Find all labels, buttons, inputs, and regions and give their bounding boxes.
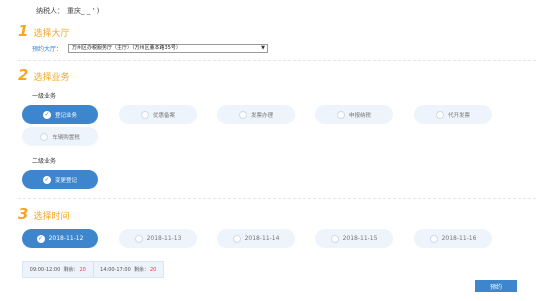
- date-option-2018-11-16[interactable]: 2018-11-16: [414, 229, 492, 248]
- radio-circle-icon: [238, 110, 247, 119]
- step-2-title: 选择业务: [33, 73, 70, 83]
- business-option-preferential[interactable]: 优惠备案: [119, 105, 197, 124]
- date-option-2018-11-15[interactable]: 2018-11-15: [315, 229, 393, 248]
- radio-circle-icon: [429, 234, 438, 243]
- radio-circle-icon: [336, 110, 345, 119]
- option-label: 代开发票: [447, 112, 470, 119]
- step-1-title: 选择大厅: [33, 29, 70, 39]
- hall-label: 预约大厅：: [32, 46, 63, 53]
- business-option-declaration[interactable]: 申报纳税: [315, 105, 393, 124]
- level2-label: 二级业务: [32, 158, 57, 165]
- date-label: 2018-11-13: [146, 235, 182, 242]
- time-slot-afternoon[interactable]: 14:00-17:00 剩余： 20: [92, 262, 164, 277]
- slot-remain-count: 20: [79, 266, 86, 273]
- check-icon: ✓: [42, 110, 51, 119]
- date-option-2018-11-13[interactable]: 2018-11-13: [119, 229, 197, 248]
- step-1-heading: 1 选择大厅: [18, 22, 70, 40]
- hall-select[interactable]: 万州区办税服务厅（主厅）（万州区董本路35号） ▼: [68, 44, 268, 53]
- step-1-number: 1: [18, 22, 29, 40]
- time-slot-morning[interactable]: 09:00-12:00 剩余： 20: [23, 262, 93, 277]
- slot-remain-label: 剩余：: [63, 267, 79, 273]
- date-label: 2018-11-12: [48, 235, 84, 242]
- option-label: 登记业务: [54, 112, 77, 119]
- hall-selected-value: 万州区办税服务厅（主厅）（万州区董本路35号）: [72, 45, 181, 51]
- business-option-invoice[interactable]: 发票办理: [217, 105, 295, 124]
- date-label: 2018-11-14: [244, 235, 280, 242]
- radio-circle-icon: [134, 234, 143, 243]
- chevron-down-icon: ▼: [261, 45, 265, 51]
- step-3-title: 选择时间: [33, 212, 70, 222]
- date-label: 2018-11-16: [441, 235, 477, 242]
- option-label: 变更登记: [54, 177, 77, 184]
- slot-time: 14:00-17:00: [100, 266, 131, 273]
- option-label: 发票办理: [250, 112, 273, 119]
- radio-circle-icon: [40, 132, 49, 141]
- business-option-change-registration[interactable]: ✓ 变更登记: [22, 170, 98, 189]
- radio-circle-icon: [140, 110, 149, 119]
- divider: [18, 60, 536, 61]
- check-icon: ✓: [36, 234, 45, 243]
- date-label: 2018-11-15: [342, 235, 378, 242]
- business-option-proxy-invoice[interactable]: 代开发票: [414, 105, 492, 124]
- radio-circle-icon: [435, 110, 444, 119]
- hall-row: 预约大厅： 万州区办税服务厅（主厅）（万州区董本路35号） ▼: [32, 44, 268, 53]
- time-slot-list: 09:00-12:00 剩余： 20 14:00-17:00 剩余： 20: [22, 261, 164, 278]
- option-label: 申报纳税: [348, 112, 371, 119]
- option-label: 车辆购置税: [52, 134, 80, 141]
- step-3-number: 3: [18, 205, 29, 223]
- check-icon: ✓: [42, 175, 51, 184]
- step-3-heading: 3 选择时间: [18, 205, 70, 223]
- taxpayer-info: 纳税人： 重庆_ _ ' ): [36, 6, 99, 16]
- date-option-2018-11-14[interactable]: 2018-11-14: [217, 229, 295, 248]
- step-2-heading: 2 选择业务: [18, 66, 70, 84]
- slot-remain-count: 20: [149, 266, 157, 273]
- date-option-2018-11-12[interactable]: ✓ 2018-11-12: [22, 229, 98, 248]
- step-2-number: 2: [18, 66, 29, 84]
- taxpayer-label: 纳税人：: [36, 7, 64, 15]
- level1-label: 一级业务: [32, 93, 57, 100]
- business-option-vehicle-tax[interactable]: 车辆购置税: [22, 127, 98, 146]
- taxpayer-value: 重庆_ _ ' ): [67, 7, 100, 15]
- radio-circle-icon: [330, 234, 339, 243]
- radio-circle-icon: [232, 234, 241, 243]
- divider: [18, 198, 536, 199]
- reserve-button[interactable]: 预约: [475, 280, 517, 292]
- slot-time: 09:00-12:00: [29, 266, 61, 273]
- option-label: 优惠备案: [152, 112, 175, 119]
- business-option-registration[interactable]: ✓ 登记业务: [22, 105, 98, 124]
- slot-remain-label: 剩余：: [133, 267, 149, 273]
